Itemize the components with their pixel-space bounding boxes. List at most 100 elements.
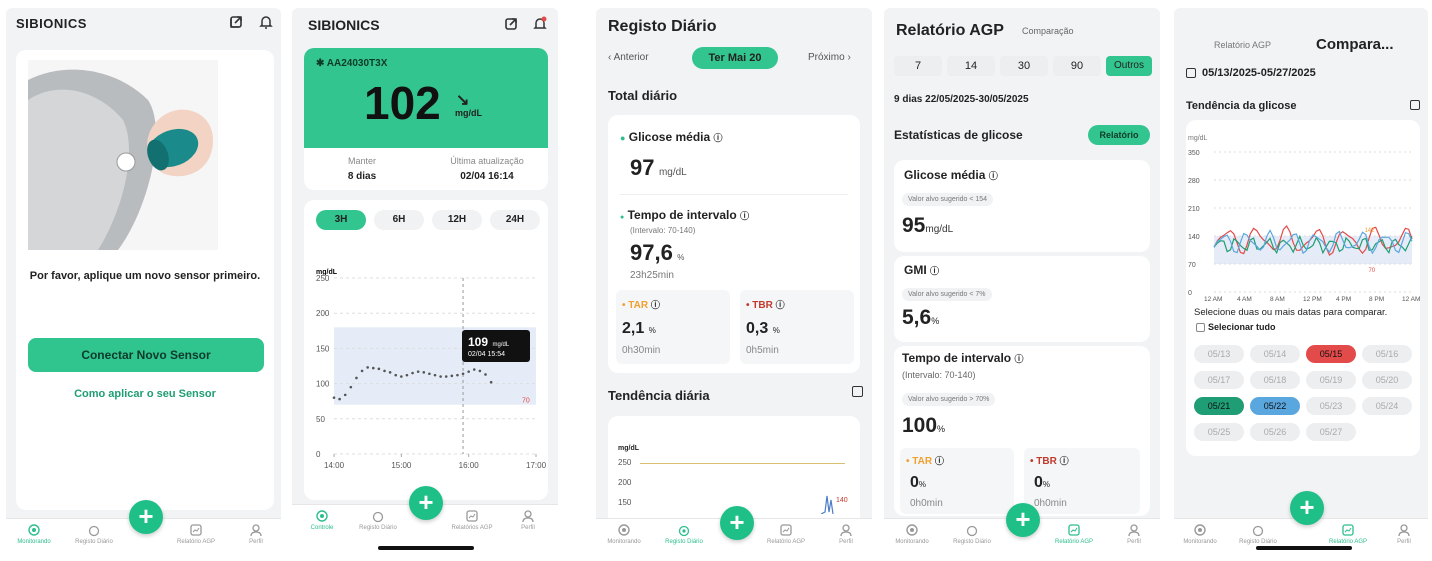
date-option[interactable]: 05/23 — [1306, 397, 1356, 415]
range-12h[interactable]: 12H — [432, 210, 482, 230]
range-3h[interactable]: 3H — [316, 210, 366, 230]
target-icon — [906, 524, 918, 536]
nav-registo[interactable]: Registo Diário — [1228, 523, 1288, 545]
date-option[interactable]: 05/20 — [1362, 371, 1412, 389]
tar-time: 0h30min — [622, 345, 661, 356]
date-option[interactable]: 05/22 — [1250, 397, 1300, 415]
connect-sensor-button[interactable]: Conectar Novo Sensor — [28, 338, 264, 372]
info-icon[interactable]: ⓘ — [776, 300, 785, 310]
nav-perfil[interactable]: Perfil — [816, 523, 872, 545]
share-icon[interactable] — [228, 14, 244, 30]
nav-monitor[interactable]: Monitorando — [884, 523, 942, 545]
nav-agp[interactable]: Relatório AGP — [166, 523, 226, 545]
add-button[interactable]: + — [129, 500, 163, 534]
range-30[interactable]: 30 — [1000, 56, 1048, 76]
tir-number: 100 — [902, 414, 938, 437]
share-icon[interactable] — [503, 16, 519, 32]
tbr-number: 0,3 — [746, 320, 769, 337]
info-icon[interactable]: ⓘ — [989, 171, 998, 181]
compare-tab[interactable]: Comparação — [1022, 26, 1074, 36]
tab-agp[interactable]: Relatório AGP — [1214, 40, 1271, 50]
trend-ytick-250: 250 — [618, 458, 632, 467]
range-7[interactable]: 7 — [894, 56, 942, 76]
user-icon — [1128, 524, 1140, 537]
date-option[interactable]: 05/26 — [1250, 423, 1300, 441]
select-all-label[interactable]: Selecionar tudo — [1208, 322, 1276, 332]
date-option[interactable]: 05/19 — [1306, 371, 1356, 389]
tab-compare[interactable]: Compara... — [1316, 36, 1394, 53]
date-option[interactable]: 05/27 — [1306, 423, 1356, 441]
date-option[interactable]: 05/17 — [1194, 371, 1244, 389]
date-option[interactable]: 05/16 — [1362, 345, 1412, 363]
nav-perfil[interactable]: Perfil — [226, 523, 281, 545]
bell-alert-icon[interactable] — [532, 16, 548, 32]
tooltip: 109 mg/dL 02/04 15:54 — [462, 330, 530, 362]
info-icon[interactable]: ⓘ — [935, 456, 944, 466]
nav-label: Relatório AGP — [766, 539, 806, 545]
next-button[interactable]: Próximo › — [808, 52, 851, 63]
info-icon[interactable]: ⓘ — [1014, 354, 1023, 364]
info-icon[interactable]: ⓘ — [1060, 456, 1069, 466]
data-point — [388, 371, 392, 374]
nav-agp[interactable]: Relatório AGP — [1044, 523, 1104, 545]
data-point — [366, 366, 369, 369]
add-button[interactable]: + — [720, 506, 754, 540]
prev-button[interactable]: ‹ Anterior — [608, 52, 649, 63]
report-button[interactable]: Relatório — [1088, 125, 1150, 145]
nav-registo[interactable]: Registo Diário — [64, 523, 124, 545]
date-option[interactable]: 05/24 — [1362, 397, 1412, 415]
nav-agp[interactable]: Relatório AGP — [756, 523, 816, 545]
nav-perfil[interactable]: Perfil — [498, 509, 558, 531]
date-option[interactable]: 05/18 — [1250, 371, 1300, 389]
date-option[interactable]: 05/15 — [1306, 345, 1356, 363]
x-tick-label: 8 AM — [1270, 296, 1285, 303]
range-90[interactable]: 90 — [1053, 56, 1101, 76]
update-label: Última atualização — [450, 156, 524, 166]
data-point — [472, 368, 476, 371]
expand-icon[interactable] — [1410, 100, 1420, 110]
nav-registo[interactable]: Registo Diário — [348, 509, 408, 531]
select-all-checkbox[interactable] — [1196, 323, 1205, 332]
info-icon[interactable]: ⓘ — [930, 266, 939, 276]
tir-unit: % — [677, 253, 685, 262]
range-24h[interactable]: 24H — [490, 210, 540, 230]
nav-agp[interactable]: Relatórios AGP — [442, 509, 502, 531]
range-6h[interactable]: 6H — [374, 210, 424, 230]
nav-label: Perfil — [1397, 539, 1411, 545]
tbr-unit: % — [1042, 480, 1051, 489]
trend-heading: Tendência diária — [608, 388, 710, 403]
range-14[interactable]: 14 — [947, 56, 995, 76]
date-option[interactable]: 05/14 — [1250, 345, 1300, 363]
add-button[interactable]: + — [1290, 491, 1324, 525]
add-button[interactable]: + — [409, 486, 443, 520]
date-option[interactable]: 05/21 — [1194, 397, 1244, 415]
current-date[interactable]: Ter Mai 20 — [692, 47, 778, 69]
calendar-icon[interactable] — [1186, 68, 1196, 78]
date-range[interactable]: 05/13/2025-05/27/2025 — [1202, 67, 1316, 79]
date-option[interactable]: 05/25 — [1194, 423, 1244, 441]
nav-registo[interactable]: Registo Diário — [654, 523, 714, 545]
nav-monitor[interactable]: Monitorando — [596, 523, 654, 545]
nav-perfil[interactable]: Perfil — [1374, 523, 1428, 545]
expand-icon[interactable] — [852, 386, 863, 397]
nav-agp[interactable]: Relatório AGP — [1318, 523, 1378, 545]
bell-icon[interactable] — [258, 14, 274, 30]
info-icon[interactable]: ⓘ — [714, 133, 723, 143]
date-option[interactable]: 05/13 — [1194, 345, 1244, 363]
how-to-apply-link[interactable]: Como aplicar o seu Sensor — [16, 388, 274, 400]
range-outros[interactable]: Outros — [1106, 56, 1152, 76]
nav-perfil[interactable]: Perfil — [1104, 523, 1160, 545]
info-icon[interactable]: ⓘ — [651, 300, 660, 310]
nav-label: Registo Diário — [359, 525, 397, 531]
y-tick-label: 210 — [1188, 206, 1200, 213]
chart-icon — [1068, 524, 1080, 536]
nav-monitor[interactable]: Monitorando — [1174, 523, 1230, 545]
info-icon[interactable]: ⓘ — [740, 211, 749, 221]
nav-monitor[interactable]: Monitorando — [6, 523, 64, 545]
nav-monitor[interactable]: Controle — [292, 509, 352, 531]
nav-label: Perfil — [1127, 539, 1141, 545]
drop-icon — [88, 525, 100, 537]
add-button[interactable]: + — [1006, 503, 1040, 537]
y-tick-label: 250 — [316, 274, 330, 283]
nav-registo[interactable]: Registo Diário — [942, 523, 1002, 545]
